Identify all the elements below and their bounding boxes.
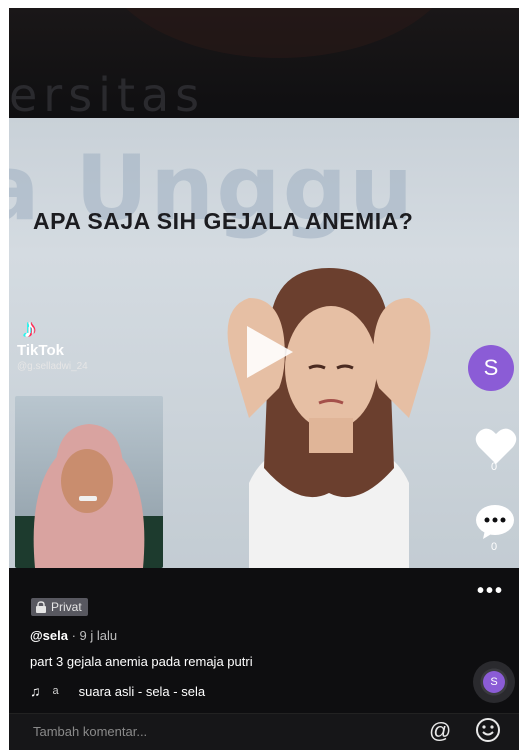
creator-avatar[interactable]: S bbox=[468, 345, 514, 391]
like-count: 0 bbox=[491, 461, 498, 473]
music-note-icon: ♫ bbox=[30, 683, 41, 699]
tiktok-wordmark: TikTok bbox=[17, 342, 64, 359]
comment-bar: @ bbox=[9, 713, 519, 750]
watermark-text: ersitas bbox=[9, 68, 206, 122]
tiktok-note-icon: ♪ bbox=[23, 313, 36, 343]
watermark-header: ersitas bbox=[9, 8, 519, 122]
comment-count: 0 bbox=[491, 541, 498, 553]
person-hijab-image bbox=[15, 424, 163, 568]
privacy-badge: Privat bbox=[31, 598, 88, 616]
tiktok-handle: @g.selladwi_24 bbox=[17, 361, 88, 372]
mention-at-icon[interactable]: @ bbox=[429, 718, 451, 744]
comment-icon[interactable] bbox=[475, 504, 515, 540]
tiktok-screen: ersitas a Unggu APA SAJA SIH GEJALA ANEM… bbox=[9, 8, 519, 750]
post-caption: part 3 gejala anemia pada remaja putri bbox=[30, 654, 253, 669]
video-player[interactable]: a Unggu APA SAJA SIH GEJALA ANEMIA? ♪ Ti… bbox=[9, 118, 519, 568]
video-headline: APA SAJA SIH GEJALA ANEMIA? bbox=[33, 208, 414, 234]
post-author-line: @sela · 9 j lalu bbox=[30, 628, 117, 643]
play-icon[interactable] bbox=[247, 326, 293, 378]
emoji-icon[interactable] bbox=[475, 717, 501, 743]
privacy-label: Privat bbox=[51, 600, 82, 614]
music-disc-avatar: S bbox=[483, 671, 505, 693]
music-marquee-prefix: a bbox=[52, 685, 59, 697]
post-time: · 9 j lalu bbox=[67, 628, 118, 643]
like-heart-icon[interactable] bbox=[474, 426, 518, 466]
more-options-icon[interactable]: ••• bbox=[477, 580, 504, 603]
tiktok-watermark: ♪ TikTok @g.selladwi_24 bbox=[17, 314, 88, 372]
username-link[interactable]: @sela bbox=[30, 628, 68, 643]
music-title: suara asli - sela - sela bbox=[78, 683, 206, 699]
watermark-logo-arc bbox=[99, 8, 459, 58]
woman-image bbox=[227, 268, 431, 568]
music-disc[interactable]: S bbox=[473, 661, 515, 703]
lock-icon bbox=[36, 601, 46, 613]
music-row[interactable]: ♫ a suara asli - sela - sela bbox=[30, 683, 205, 699]
comment-input[interactable] bbox=[31, 723, 335, 740]
picture-in-picture-video bbox=[15, 396, 163, 568]
